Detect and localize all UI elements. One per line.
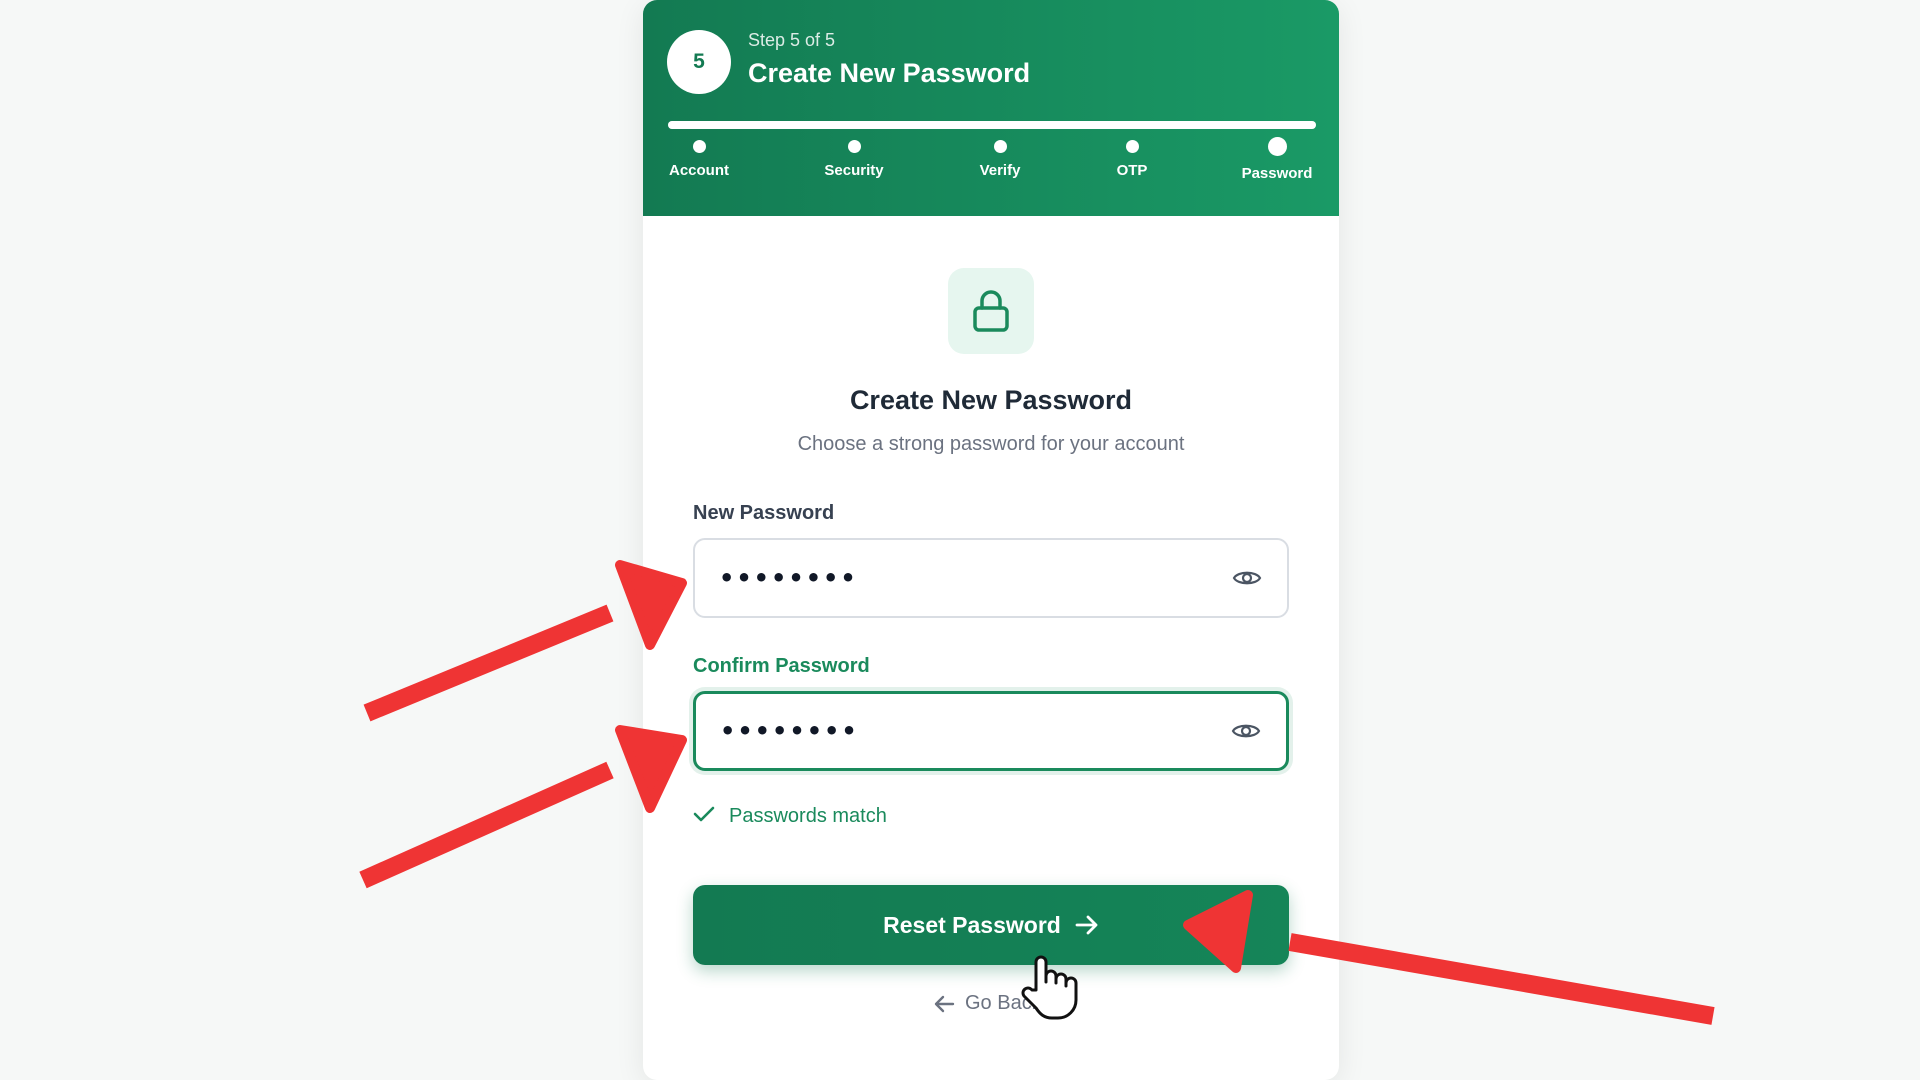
reset-password-button[interactable]: Reset Password: [693, 885, 1289, 965]
content-subtitle: Choose a strong password for your accoun…: [797, 433, 1185, 455]
step-label: Account: [669, 162, 729, 179]
step-label: Verify: [979, 162, 1021, 179]
annotation-arrow-confirm-password: [359, 725, 687, 889]
content-title: Create New Password: [849, 385, 1133, 415]
password-reset-card: 5 Step 5 of 5 Create New Password Accoun…: [643, 0, 1339, 1080]
step-account: Account: [643, 140, 759, 179]
check-icon: [693, 805, 721, 828]
step-security: Security: [794, 140, 914, 179]
new-password-field[interactable]: ••••••••: [693, 538, 1289, 618]
confirm-password-label: Confirm Password: [693, 655, 870, 677]
step-otp: OTP: [1072, 140, 1192, 179]
step-dot: [1125, 140, 1139, 153]
arrow-right-icon: [1075, 915, 1099, 935]
hand-cursor-icon: [1018, 950, 1084, 1027]
wizard-header: 5 Step 5 of 5 Create New Password Accoun…: [643, 0, 1339, 216]
step-dot: [847, 140, 861, 153]
progress-bar-fill: [668, 121, 1316, 129]
password-match-status: Passwords match: [693, 805, 887, 828]
annotation-arrow-new-password: [363, 560, 687, 722]
step-dot: [993, 140, 1007, 153]
step-label: Password: [1241, 165, 1313, 182]
step-label: Security: [824, 162, 884, 179]
arrow-left-icon: [933, 995, 955, 1013]
step-dot: [692, 140, 706, 153]
reset-password-label: Reset Password: [883, 911, 1061, 938]
header-title: Create New Password: [748, 58, 1031, 88]
step-counter: Step 5 of 5: [748, 30, 836, 50]
confirm-password-field[interactable]: ••••••••: [693, 691, 1289, 771]
step-password: Password: [1217, 137, 1337, 182]
page: 5 Step 5 of 5 Create New Password Accoun…: [0, 0, 1920, 1080]
new-password-label: New Password: [693, 502, 835, 524]
confirm-password-value[interactable]: ••••••••: [720, 717, 1230, 745]
eye-icon[interactable]: [1230, 715, 1262, 747]
step-verify: Verify: [940, 140, 1060, 179]
match-status-text: Passwords match: [729, 805, 887, 827]
progress-bar: [668, 121, 1316, 129]
eye-icon[interactable]: [1231, 562, 1263, 594]
step-label: OTP: [1116, 162, 1148, 179]
step-dot-active: [1267, 137, 1287, 156]
step-number-badge: 5: [667, 30, 731, 94]
new-password-value[interactable]: ••••••••: [719, 564, 1231, 592]
lock-icon: [948, 268, 1034, 354]
